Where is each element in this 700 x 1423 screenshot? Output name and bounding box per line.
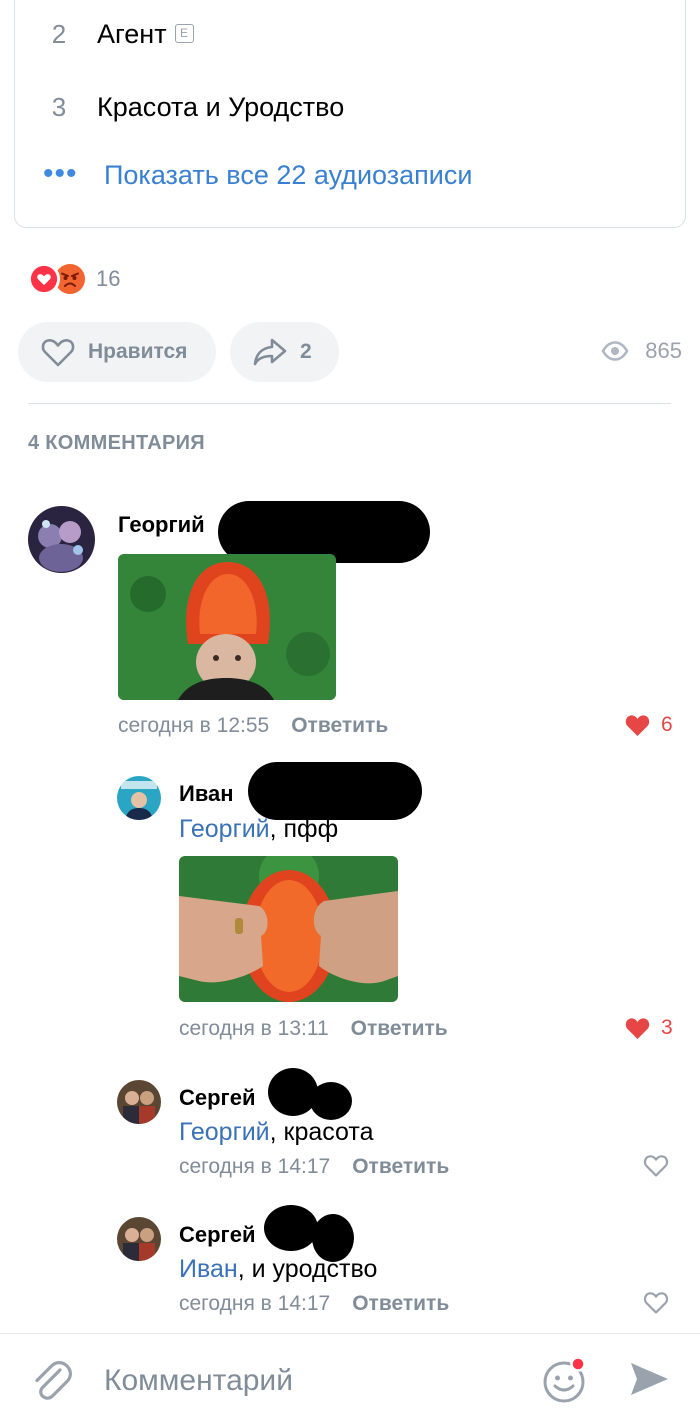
audio-track[interactable]: 2 Агент E <box>15 9 685 59</box>
views-count: 865 <box>645 338 682 363</box>
comment-photo[interactable] <box>118 554 336 700</box>
comment-text: Георгий, красота <box>179 1118 374 1146</box>
heart-reaction-icon <box>28 263 60 295</box>
track-title: Агент E <box>97 19 194 50</box>
redaction <box>268 1068 318 1116</box>
comment-meta: сегодня в 14:17 Ответить <box>179 1155 449 1179</box>
comment-time: сегодня в 14:17 <box>179 1155 331 1178</box>
comment-meta: сегодня в 14:17 Ответить <box>179 1292 449 1316</box>
reactions-count: 16 <box>96 266 121 291</box>
like-count: 6 <box>661 713 673 736</box>
send-icon[interactable] <box>628 1360 670 1398</box>
redaction <box>310 1082 352 1120</box>
avatar[interactable] <box>117 1217 161 1261</box>
reply-button[interactable]: Ответить <box>351 1017 448 1040</box>
comment-meta: сегодня в 13:11 Ответить <box>179 1017 448 1041</box>
heart-filled-icon <box>625 1018 650 1039</box>
mention-link[interactable]: Иван <box>179 1255 238 1283</box>
divider <box>28 403 671 404</box>
avatar[interactable] <box>117 776 161 820</box>
comment-input[interactable]: Комментарий <box>104 1364 293 1398</box>
show-all-label: Показать все 22 аудиозаписи <box>104 160 473 190</box>
like-button[interactable]: Нравится <box>18 322 216 382</box>
heart-outline-icon[interactable] <box>643 1154 669 1177</box>
reactions-summary[interactable]: 16 <box>28 262 120 296</box>
comment-author[interactable]: Сергей <box>179 1085 255 1111</box>
share-arrow-icon <box>253 338 287 366</box>
comments-header: 4 КОММЕНТАРИЯ <box>28 432 205 454</box>
comment-author[interactable]: Георгий <box>118 512 205 538</box>
comment-text: Георгий, пфф <box>179 815 339 843</box>
avatar[interactable] <box>117 1080 161 1124</box>
reply-button[interactable]: Ответить <box>352 1292 449 1315</box>
explicit-badge: E <box>174 23 194 43</box>
comment-photo[interactable] <box>179 856 398 1002</box>
comment-composer: Комментарий <box>0 1333 700 1423</box>
more-dots-icon: ••• <box>43 157 78 190</box>
comment-time: сегодня в 12:55 <box>118 714 270 737</box>
eye-icon <box>601 341 629 361</box>
avatar[interactable] <box>28 506 95 573</box>
reply-button[interactable]: Ответить <box>352 1155 449 1178</box>
comment-meta: сегодня в 12:55 Ответить <box>118 714 388 738</box>
track-title: Красота и Уродство <box>97 91 345 122</box>
redaction <box>264 1205 318 1251</box>
like-label: Нравится <box>88 340 188 363</box>
show-all-audio-link[interactable]: ••• Показать все 22 аудиозаписи <box>15 156 685 196</box>
comment-like-button[interactable]: 6 <box>624 713 673 737</box>
mention-link[interactable]: Георгий <box>179 1118 270 1146</box>
emoji-icon[interactable] <box>540 1356 588 1404</box>
comment-author[interactable]: Сергей <box>179 1222 255 1248</box>
heart-outline-icon <box>41 339 75 367</box>
paperclip-icon[interactable] <box>30 1358 74 1404</box>
mention-link[interactable]: Георгий <box>179 815 270 843</box>
redaction <box>248 762 422 820</box>
audio-track[interactable]: 3 Красота и Уродство <box>15 82 685 132</box>
comment-author[interactable]: Иван <box>179 781 234 807</box>
views-counter: 865 <box>601 338 682 364</box>
heart-filled-icon <box>625 715 650 736</box>
comment-text: Иван, и уродство <box>179 1255 378 1283</box>
share-button[interactable]: 2 <box>230 322 339 382</box>
reply-button[interactable]: Ответить <box>291 714 388 737</box>
comment-time: сегодня в 14:17 <box>179 1292 331 1315</box>
track-number: 2 <box>51 18 67 49</box>
comment-like-button[interactable]: 3 <box>624 1016 673 1040</box>
comment-time: сегодня в 13:11 <box>179 1017 329 1040</box>
track-number: 3 <box>51 91 67 122</box>
audio-card: 2 Агент E 3 Красота и Уродство ••• Показа… <box>14 0 686 228</box>
heart-outline-icon[interactable] <box>643 1291 669 1314</box>
share-count: 2 <box>300 340 312 363</box>
like-count: 3 <box>661 1016 673 1039</box>
